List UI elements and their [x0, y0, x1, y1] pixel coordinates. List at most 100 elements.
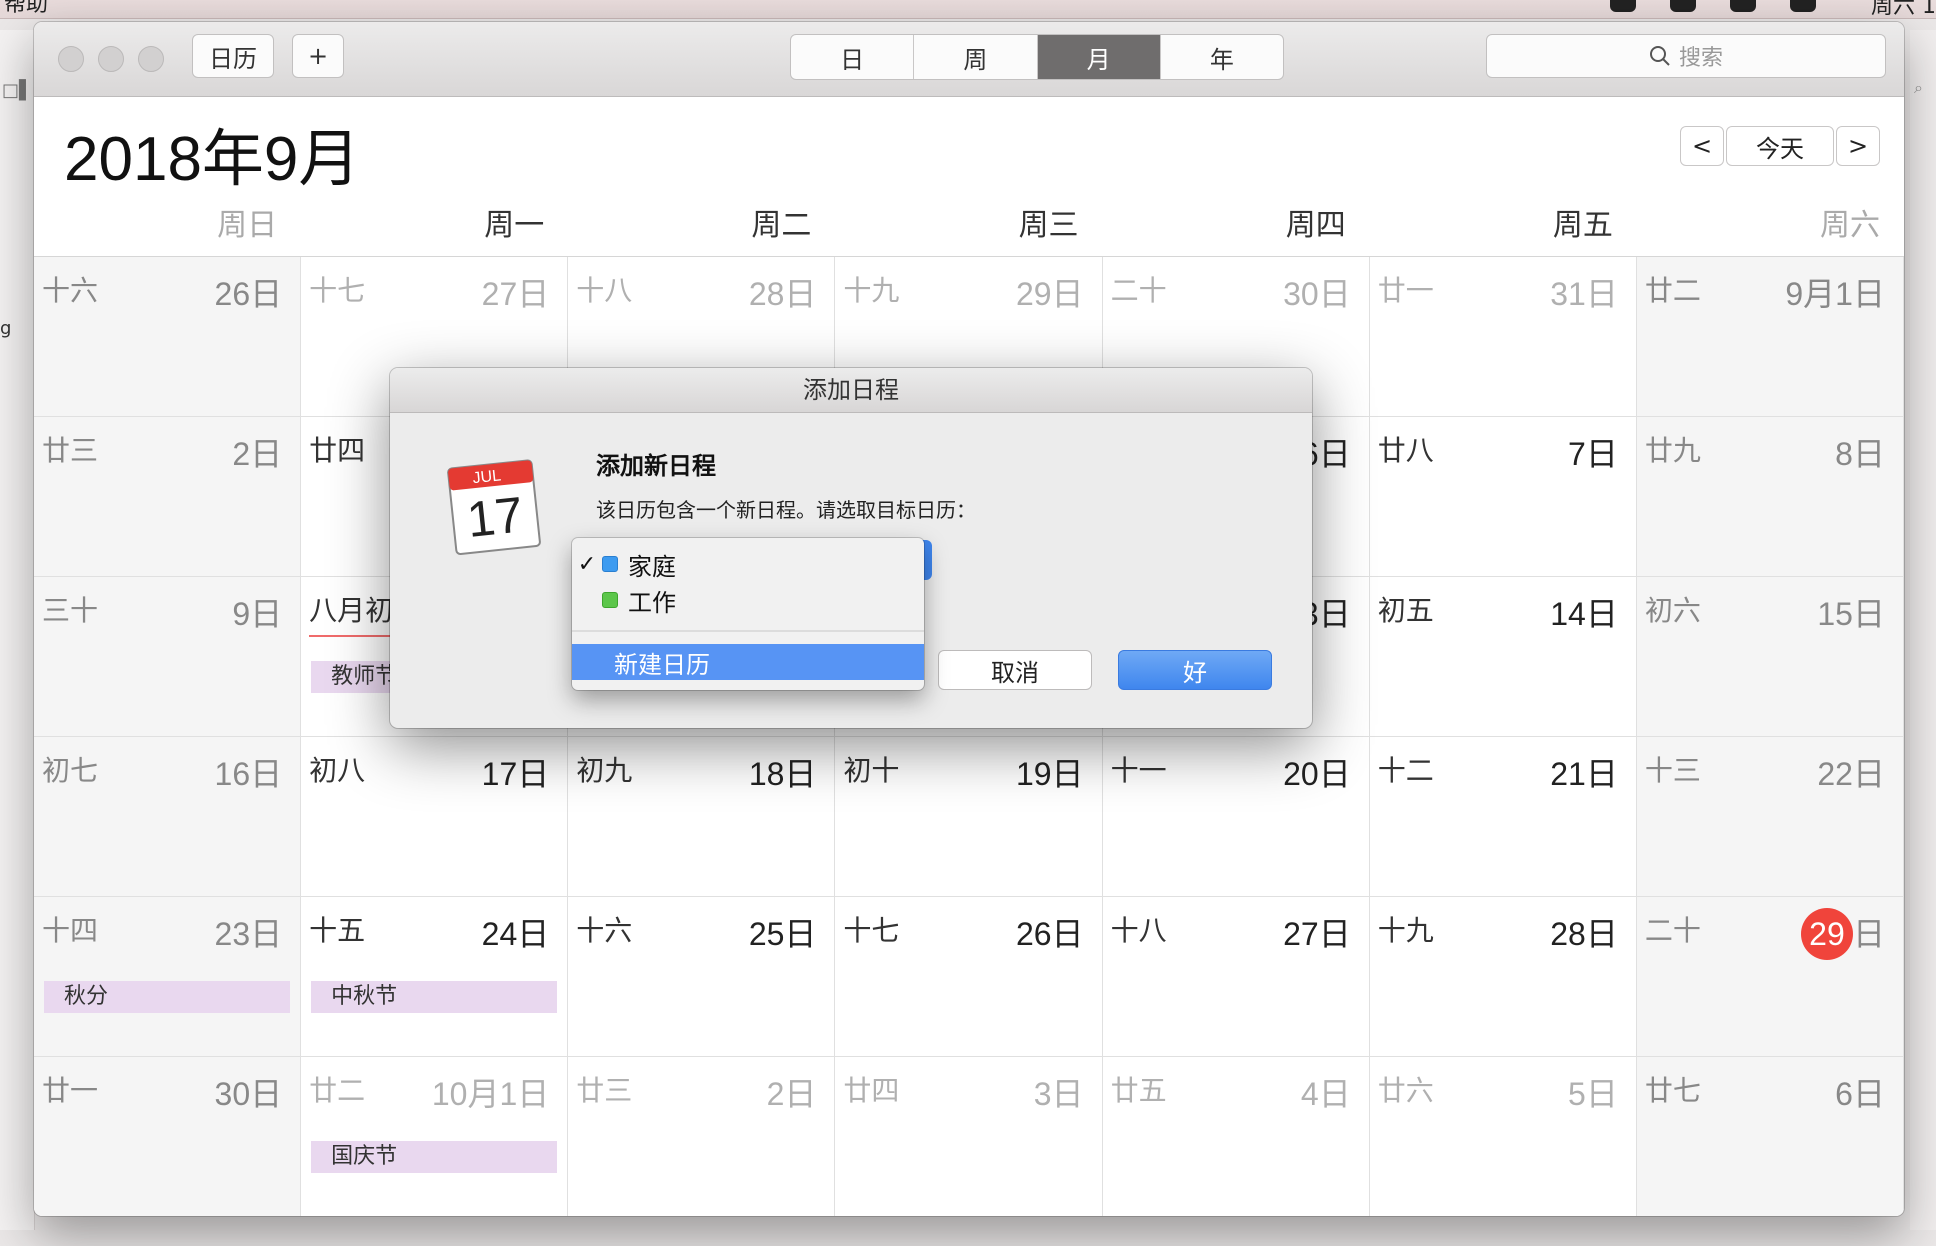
- day-cell[interactable]: 十三 22日: [1636, 737, 1904, 897]
- lunar-date: 十六: [42, 274, 99, 307]
- day-cell[interactable]: 十九 28日: [1369, 897, 1637, 1057]
- tab-year[interactable]: 年: [1161, 35, 1283, 79]
- calendar-event[interactable]: 秋分: [44, 981, 291, 1013]
- day-cell[interactable]: 二十 29 日: [1636, 897, 1904, 1057]
- day-cell[interactable]: 廿一 30日: [34, 1057, 302, 1216]
- cancel-button[interactable]: 取消: [938, 650, 1092, 690]
- day-cell[interactable]: 十二 21日: [1369, 737, 1637, 897]
- day-number: 26日: [214, 276, 283, 312]
- close-window-button[interactable]: [58, 46, 84, 72]
- day-cell[interactable]: 初六 15日: [1636, 577, 1904, 737]
- lunar-date: 廿二: [1644, 274, 1701, 307]
- calendar-event[interactable]: 国庆节: [311, 1141, 558, 1173]
- menu-item-work[interactable]: 工作: [572, 582, 924, 618]
- day-cell[interactable]: 十四 23日 秋分: [34, 897, 302, 1057]
- day-cell[interactable]: 初十 19日: [835, 737, 1103, 897]
- calendars-button[interactable]: 日历: [192, 34, 274, 78]
- day-number: 30日: [214, 1076, 283, 1112]
- lunar-date: 十三: [1644, 754, 1701, 787]
- day-number: 19日: [1015, 756, 1084, 792]
- calendar-event[interactable]: 中秋节: [311, 981, 558, 1013]
- calendar-icon-day: 17: [464, 486, 525, 548]
- status-icon[interactable]: [1730, 0, 1756, 12]
- day-cell[interactable]: 廿九 8日: [1636, 417, 1904, 577]
- menu-item-family[interactable]: ✓ 家庭: [572, 546, 924, 582]
- menu-item-new-calendar[interactable]: 新建日历: [572, 644, 924, 680]
- next-month-button[interactable]: >: [1836, 126, 1880, 166]
- lunar-date: 初七: [42, 754, 99, 787]
- day-number: 4日: [1300, 1076, 1351, 1112]
- day-cell[interactable]: 廿二 10月1日国庆节: [301, 1057, 569, 1216]
- previous-month-button[interactable]: <: [1680, 126, 1724, 166]
- day-cell[interactable]: 廿七 6日: [1636, 1057, 1904, 1216]
- background-window-text: g: [0, 318, 12, 339]
- lunar-date: 初八: [309, 754, 366, 787]
- day-cell[interactable]: 廿一 31日: [1369, 257, 1637, 417]
- lunar-date: 廿一: [1377, 274, 1434, 307]
- background-window-right: ⌕: [1910, 30, 1936, 1230]
- lunar-date: 十八: [1110, 914, 1167, 947]
- lunar-date: 初五: [1377, 594, 1434, 627]
- dialog-heading: 添加新日程: [596, 452, 716, 480]
- day-cell[interactable]: 廿四 3日: [835, 1057, 1103, 1216]
- system-menubar: 帮助 周六 1: [0, 0, 1936, 19]
- day-cell[interactable]: 廿三 2日: [568, 1057, 836, 1216]
- lunar-date: 廿四: [309, 434, 366, 467]
- day-cell[interactable]: 初五 14日: [1369, 577, 1637, 737]
- day-cell[interactable]: 初八 17日: [301, 737, 569, 897]
- day-number: 5日: [1568, 1076, 1618, 1112]
- day-cell[interactable]: 廿五 4日: [1103, 1057, 1370, 1216]
- tab-week[interactable]: 周: [914, 35, 1038, 79]
- day-cell[interactable]: 初九 18日: [568, 737, 836, 897]
- search-placeholder: 搜索: [1678, 46, 1723, 71]
- day-cell[interactable]: 十五 24日 中秋节: [301, 897, 569, 1057]
- day-number: 18日: [748, 756, 817, 792]
- lunar-date: 三十: [42, 594, 99, 627]
- day-cell[interactable]: 十六 25日: [568, 897, 836, 1057]
- status-icon[interactable]: [1790, 0, 1816, 12]
- day-cell[interactable]: 十七 26日: [835, 897, 1103, 1057]
- day-cell[interactable]: 初七 16日: [34, 737, 302, 897]
- lunar-date: 二十: [1110, 274, 1167, 307]
- day-cell[interactable]: 廿三 2日: [34, 417, 302, 577]
- lunar-date: 十四: [42, 914, 99, 947]
- day-cell[interactable]: 十八 27日: [1102, 897, 1370, 1057]
- lunar-date: 廿八: [1377, 434, 1434, 467]
- menubar-app-menu[interactable]: 帮助: [4, 0, 48, 18]
- background-window-icon: □▌: [2, 80, 33, 101]
- status-icon[interactable]: [1610, 0, 1636, 12]
- day-cell[interactable]: 廿二 9月1日: [1636, 257, 1904, 417]
- day-number: 20日: [1283, 756, 1351, 792]
- lunar-date: 廿九: [1644, 434, 1701, 467]
- day-cell[interactable]: 十六 26日: [34, 257, 302, 417]
- status-icon[interactable]: [1670, 0, 1696, 12]
- day-cell[interactable]: 十一 20日: [1102, 737, 1370, 897]
- day-number: 30日: [1283, 276, 1351, 312]
- day-cell[interactable]: 三十 9日: [34, 577, 302, 737]
- day-number: 31日: [1550, 276, 1618, 312]
- day-cell[interactable]: 廿六 5日: [1370, 1057, 1637, 1216]
- day-number: 26日: [1015, 916, 1084, 952]
- lunar-date: 十五: [309, 914, 366, 947]
- today-button[interactable]: 今天: [1726, 126, 1834, 166]
- dialog-title: 添加日程: [390, 368, 1312, 413]
- ok-button[interactable]: 好: [1118, 650, 1272, 690]
- lunar-date: 廿二: [309, 1074, 366, 1107]
- minimize-window-button[interactable]: [98, 46, 124, 72]
- menubar-clock[interactable]: 周六 1: [1871, 0, 1936, 20]
- tab-month[interactable]: 月: [1037, 35, 1161, 79]
- weekday-2: 周二: [751, 208, 812, 243]
- day-number: 10月1日: [431, 1076, 550, 1112]
- lunar-date: 廿一: [42, 1074, 99, 1107]
- weekday-5: 周五: [1552, 208, 1613, 243]
- day-number: 29日: [1800, 908, 1885, 960]
- checkmark-icon: ✓: [577, 551, 597, 577]
- search-field[interactable]: 搜索: [1486, 34, 1886, 78]
- add-event-button[interactable]: +: [292, 34, 344, 78]
- day-number: 22日: [1817, 756, 1885, 792]
- tab-day[interactable]: 日: [791, 35, 915, 79]
- lunar-date: 十七: [843, 914, 900, 947]
- zoom-window-button[interactable]: [138, 46, 164, 72]
- lunar-date: 廿五: [1110, 1074, 1167, 1107]
- day-cell[interactable]: 廿八 7日: [1369, 417, 1637, 577]
